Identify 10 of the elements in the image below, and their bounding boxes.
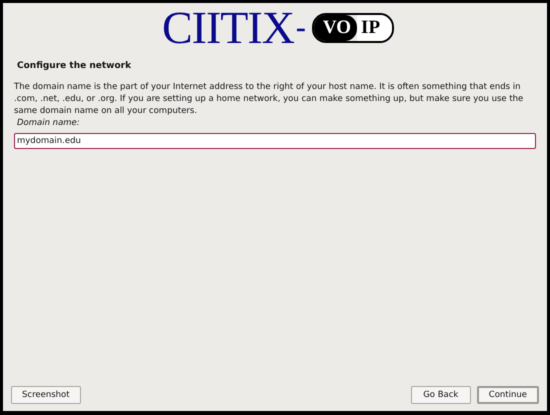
logo-text: CIITIX: [162, 5, 294, 51]
field-label: Domain name:: [17, 118, 81, 128]
domain-input-field[interactable]: mydomain.edu: [14, 133, 536, 149]
screenshot-button[interactable]: Screenshot: [11, 386, 81, 404]
continue-button[interactable]: Continue: [476, 386, 539, 404]
page-title: Configure the network: [17, 61, 132, 71]
back-button[interactable]: Go Back: [410, 386, 471, 404]
logo-badge: VO IP: [312, 13, 394, 43]
logo-dash: -: [296, 11, 306, 45]
description-text: The domain name is the part of your Internet address to the right of your host name. It is often something that ends in .com, .net, .edu, or .org. If you are setting up a home network, you can make something up, but make sure you use the same domain name on all your computers.: [14, 81, 524, 117]
